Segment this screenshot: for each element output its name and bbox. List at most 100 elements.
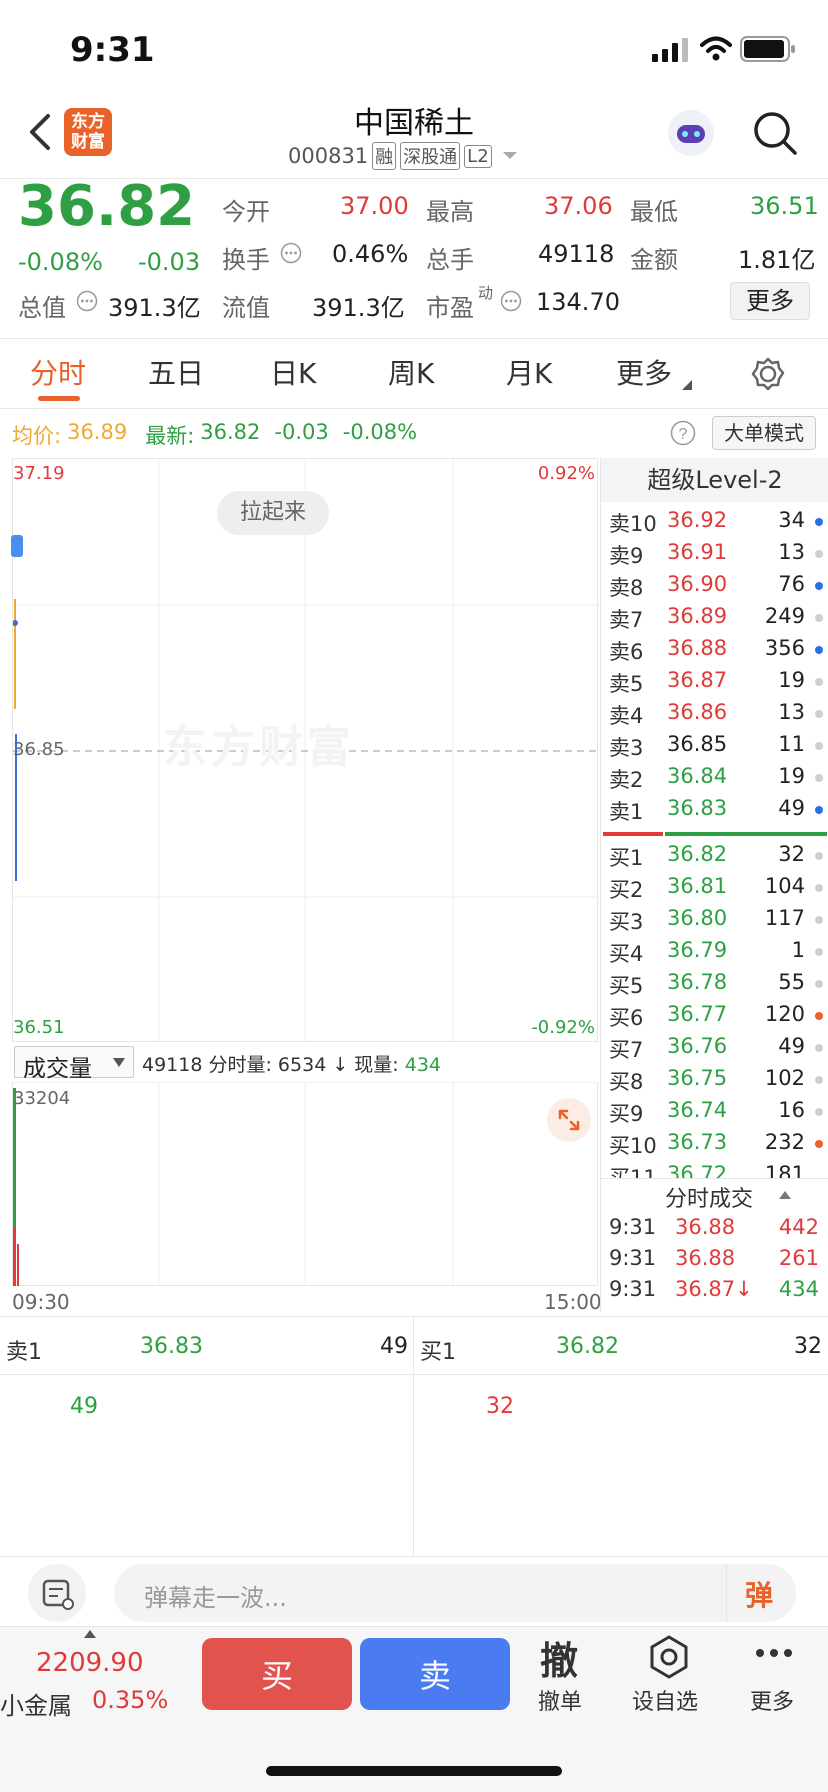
index-value[interactable]: 2209.90 — [36, 1648, 144, 1678]
tab-more[interactable]: 更多 — [616, 352, 672, 392]
bid-row[interactable]: 买2 36.81 104 — [601, 870, 828, 902]
order-book-row-partial: 买11 36.72 181 — [601, 1158, 828, 1178]
danmu-input[interactable]: 弹幕走一波... 弹 — [114, 1564, 796, 1622]
ask-row[interactable]: 卖3 36.85 11 — [601, 728, 828, 760]
dropdown-icon — [113, 1058, 125, 1067]
expand-icon[interactable] — [547, 1098, 591, 1142]
big-order-mode-button[interactable]: 大单模式 — [712, 416, 816, 450]
tab-monthly-k[interactable]: 月K — [506, 352, 552, 392]
tick-trades-header[interactable]: 分时成交 — [601, 1178, 828, 1212]
add-watchlist-icon[interactable] — [646, 1634, 692, 1680]
latest-label: 最新: — [145, 424, 195, 448]
trade-time: 9:31 — [609, 1215, 657, 1239]
ask-row[interactable]: 卖5 36.87 19 — [601, 664, 828, 696]
order-label: 卖4 — [609, 704, 644, 728]
float-label: 流值 — [222, 294, 270, 322]
stock-code-row[interactable]: 000831 融 深股通 L2 — [288, 142, 518, 170]
depth-ask-sub: 49 — [70, 1394, 98, 1419]
volume-indicator-select[interactable]: 成交量 — [14, 1046, 134, 1082]
cancel-order-icon[interactable]: 撤 — [540, 1630, 578, 1685]
info-dots-icon[interactable] — [76, 290, 98, 312]
chevron-up-icon[interactable] — [84, 1630, 96, 1638]
tab-daily-k[interactable]: 日K — [270, 352, 316, 392]
bid-row[interactable]: 买6 36.77 120 — [601, 998, 828, 1030]
order-label: 买2 — [609, 878, 644, 902]
depth-row-divider — [0, 1374, 412, 1375]
event-marker[interactable] — [11, 535, 23, 557]
order-price: 36.85 — [667, 732, 728, 756]
bid-row[interactable]: 买10 36.73 232 — [601, 1126, 828, 1158]
avg-value: 36.89 — [67, 420, 128, 444]
danmu-send-button[interactable]: 弹 — [726, 1564, 796, 1622]
more-label[interactable]: 更多 — [750, 1684, 794, 1716]
bid-row[interactable]: 买3 36.80 117 — [601, 902, 828, 934]
bid-row[interactable]: 买8 36.75 102 — [601, 1062, 828, 1094]
ask-row[interactable]: 卖1 36.83 49 — [601, 792, 828, 824]
tab-five-day[interactable]: 五日 — [148, 352, 204, 392]
mktcap-label: 总值 — [18, 294, 66, 322]
low-label: 最低 — [630, 198, 678, 226]
gear-icon[interactable] — [750, 356, 786, 392]
ask-row[interactable]: 卖9 36.91 13 — [601, 536, 828, 568]
order-qty: 32 — [778, 842, 805, 866]
order-dot — [815, 806, 823, 814]
volume-value: 49118 — [538, 240, 615, 268]
depth-ask-label: 卖1 — [6, 1340, 42, 1365]
order-dot — [815, 1012, 823, 1020]
volume-stats: 49118 分时量: 6534 ↓ 现量: 434 — [142, 1050, 441, 1077]
bid-row[interactable]: 买7 36.76 49 — [601, 1030, 828, 1062]
pe-dynamic-sup: 动 — [478, 284, 494, 302]
status-time: 9:31 — [70, 30, 155, 70]
danmu-toggle-icon[interactable] — [28, 1564, 86, 1622]
info-dots-icon[interactable] — [500, 290, 522, 312]
order-qty: 356 — [764, 636, 805, 660]
order-qty: 55 — [778, 970, 805, 994]
bid-row[interactable]: 买9 36.74 16 — [601, 1094, 828, 1126]
svg-text:?: ? — [679, 426, 688, 443]
ask-row[interactable]: 卖6 36.88 356 — [601, 632, 828, 664]
index-name[interactable]: 小金属 — [0, 1686, 72, 1721]
order-label: 买3 — [609, 910, 644, 934]
amount-label: 金额 — [630, 246, 678, 274]
order-price: 36.89 — [667, 604, 728, 628]
depth-panel: 卖1 36.83 49 49 买1 36.82 32 32 — [0, 1316, 828, 1556]
ask-row[interactable]: 卖7 36.89 249 — [601, 600, 828, 632]
depth-bid-sub: 32 — [486, 1394, 514, 1419]
add-watchlist-label[interactable]: 设自选 — [632, 1684, 698, 1716]
robot-assistant-icon[interactable] — [668, 110, 714, 156]
volume-chart[interactable]: 33204 — [12, 1082, 599, 1286]
turnover-label: 换手 — [222, 246, 270, 274]
trade-row: 9:31 36.88 442 — [601, 1212, 828, 1243]
info-dots-icon[interactable] — [280, 242, 302, 264]
badge-margin: 融 — [372, 142, 397, 170]
order-book-title[interactable]: 超级Level-2 — [601, 458, 828, 502]
sell-button[interactable]: 卖 — [360, 1638, 510, 1710]
cancel-order-label[interactable]: 撤单 — [538, 1684, 582, 1716]
order-qty: 102 — [764, 1066, 805, 1090]
bid-row[interactable]: 买4 36.79 1 — [601, 934, 828, 966]
bid-row[interactable]: 买1 36.82 32 — [601, 838, 828, 870]
order-dot — [815, 1044, 823, 1052]
ask-row[interactable]: 卖10 36.92 34 — [601, 504, 828, 536]
bid-row[interactable]: 买5 36.78 55 — [601, 966, 828, 998]
trade-price: 36.87↓ — [675, 1277, 753, 1301]
latest-value: 36.82 — [200, 420, 261, 444]
order-label: 买11 — [609, 1166, 657, 1178]
trade-qty: 442 — [778, 1215, 819, 1239]
tab-weekly-k[interactable]: 周K — [388, 352, 434, 392]
tick-trades[interactable]: 分时成交 9:31 36.88 442 9:31 36.88 261 9:31 36.87↓ 4… — [600, 1178, 828, 1312]
order-qty: 249 — [764, 604, 805, 628]
more-dots-icon[interactable] — [754, 1646, 794, 1660]
ask-row[interactable]: 卖4 36.86 13 — [601, 696, 828, 728]
tab-intraday[interactable]: 分时 — [30, 352, 86, 392]
order-label: 卖7 — [609, 608, 644, 632]
buy-button[interactable]: 买 — [202, 1638, 352, 1710]
search-icon[interactable] — [752, 110, 798, 156]
ask-row[interactable]: 卖2 36.84 19 — [601, 760, 828, 792]
ask-row[interactable]: 卖8 36.90 76 — [601, 568, 828, 600]
order-label: 卖9 — [609, 544, 644, 568]
order-price: 36.87 — [667, 668, 728, 692]
more-quote-button[interactable]: 更多 — [730, 282, 810, 320]
intraday-chart[interactable]: 东方财富 37.19 36.85 36.51 0.92% -0.92% 拉起来 — [11, 458, 599, 1043]
help-icon[interactable]: ? — [670, 420, 696, 446]
